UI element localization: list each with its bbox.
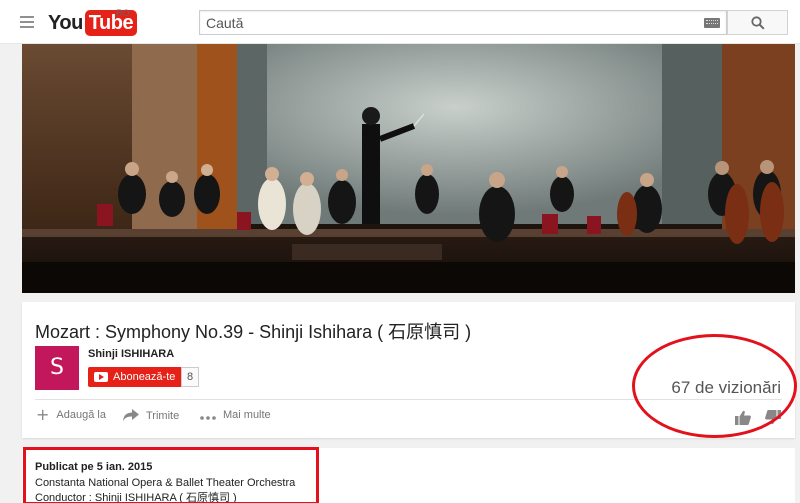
views-annotation-oval: [632, 334, 797, 438]
menu-icon[interactable]: [20, 16, 34, 28]
share-button[interactable]: Trimite: [123, 409, 179, 422]
search-icon: [751, 16, 765, 30]
subscribe-button[interactable]: Abonează-te: [88, 367, 184, 387]
video-player[interactable]: [22, 44, 795, 293]
search-box: [199, 10, 727, 35]
channel-name[interactable]: Shinji ISHIHARA: [88, 348, 174, 360]
masthead: You Tube RO: [0, 0, 800, 44]
add-icon: +: [36, 405, 50, 424]
more-button[interactable]: Mai multe: [200, 409, 271, 421]
logo-you: You: [48, 11, 83, 34]
search-button[interactable]: [727, 10, 788, 35]
add-to-button[interactable]: + Adaugă la: [36, 405, 106, 424]
share-icon: [123, 409, 139, 422]
search-input[interactable]: [206, 14, 696, 32]
youtube-play-icon: [94, 372, 108, 382]
more-icon: [200, 409, 216, 421]
keyboard-icon[interactable]: [704, 18, 720, 28]
share-label: Trimite: [146, 409, 180, 422]
subscribe-label: Abonează-te: [113, 371, 176, 383]
video-frame: [22, 44, 795, 293]
subscriber-count: 8: [181, 367, 199, 387]
youtube-logo[interactable]: You Tube RO: [48, 8, 138, 36]
channel-avatar[interactable]: S: [35, 346, 79, 390]
description-annotation-box: [23, 447, 319, 503]
video-title: Mozart : Symphony No.39 - Shinji Ishihar…: [35, 322, 472, 342]
add-to-label: Adaugă la: [56, 409, 106, 421]
more-label: Mai multe: [223, 409, 271, 421]
country-code: RO: [116, 8, 130, 18]
